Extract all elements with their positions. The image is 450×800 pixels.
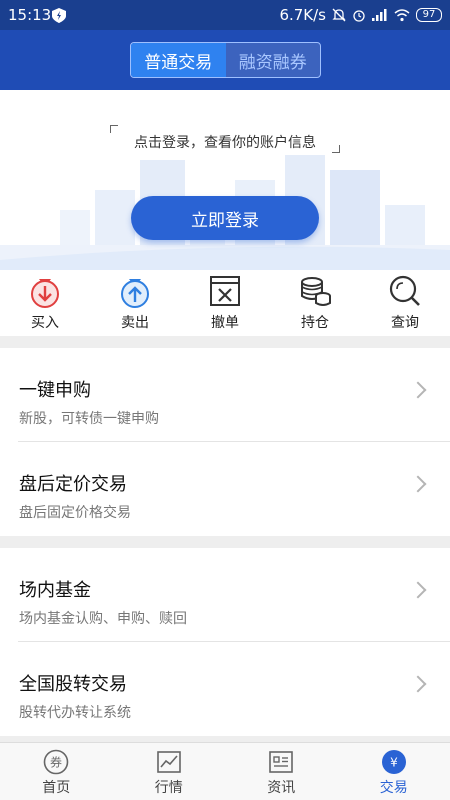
list-item-after-hours[interactable]: 盘后定价交易 盘后固定价格交易: [18, 442, 450, 536]
wifi-icon: [394, 8, 410, 21]
chevron-right-icon: [409, 581, 427, 599]
tab-home-label: 首页: [42, 780, 71, 796]
quick-query-label: 查询: [391, 315, 419, 331]
buy-icon: [31, 279, 59, 308]
quick-holdings[interactable]: 持仓: [270, 270, 360, 336]
tab-news[interactable]: 资讯: [225, 743, 338, 800]
network-speed: 6.7K/s: [279, 6, 326, 24]
list-item-subtitle: 新股，可转债一键申购: [19, 411, 159, 427]
list-item-title: 场内基金: [19, 580, 91, 601]
svg-text:¥: ¥: [390, 756, 398, 770]
quick-cancel-order-label: 撤单: [211, 315, 239, 331]
login-prompt[interactable]: 点击登录，查看你的账户信息: [0, 132, 450, 152]
tab-normal-trade[interactable]: 普通交易: [131, 43, 226, 77]
trade-yen-icon: ¥: [381, 750, 406, 774]
list-item-neeq-trade[interactable]: 全国股转交易 股转代办转让系统: [18, 642, 450, 736]
list-item-subtitle: 股转代办转让系统: [19, 705, 131, 721]
section-funds: 场内基金 场内基金认购、申购、赎回 全国股转交易 股转代办转让系统: [0, 548, 450, 736]
login-panel: 点击登录，查看你的账户信息 立即登录: [0, 90, 450, 270]
alarm-icon: [353, 10, 365, 22]
list-item-one-click-ipo[interactable]: 一键申购 新股，可转债一键申购: [18, 348, 450, 442]
bottom-tab-bar: 券 首页 行情 资讯 ¥ 交易: [0, 742, 450, 800]
status-time: 15:13: [8, 6, 52, 24]
tab-trade-label: 交易: [379, 780, 408, 796]
chevron-right-icon: [409, 675, 427, 693]
home-coupon-icon: 券: [43, 749, 69, 775]
shield-icon: [52, 8, 66, 23]
tab-market[interactable]: 行情: [113, 743, 226, 800]
header-bar: 普通交易 融资融券: [0, 30, 450, 90]
list-item-subtitle: 盘后固定价格交易: [19, 505, 131, 521]
quick-cancel-order[interactable]: 撤单: [180, 270, 270, 336]
section-ipo: 一键申购 新股，可转债一键申购 盘后定价交易 盘后固定价格交易: [0, 348, 450, 536]
quick-buy[interactable]: 买入: [0, 270, 90, 336]
quick-query[interactable]: 查询: [360, 270, 450, 336]
status-right: 6.7K/s 97: [279, 6, 442, 24]
list-item-title: 全国股转交易: [19, 674, 127, 695]
list-item-subtitle: 场内基金认购、申购、赎回: [19, 611, 187, 627]
mute-icon: [332, 8, 346, 22]
tab-home[interactable]: 券 首页: [0, 743, 113, 800]
tab-news-label: 资讯: [267, 780, 296, 796]
tab-margin-trade[interactable]: 融资融券: [225, 43, 320, 77]
chevron-right-icon: [409, 475, 427, 493]
holdings-icon: [301, 277, 331, 306]
cancel-order-icon: [210, 276, 240, 306]
news-icon: [269, 751, 294, 773]
chevron-right-icon: [409, 381, 427, 399]
list-item-exchange-fund[interactable]: 场内基金 场内基金认购、申购、赎回: [18, 548, 450, 642]
trade-mode-switch: 普通交易 融资融券: [130, 42, 321, 78]
sell-icon: [121, 279, 149, 308]
svg-text:券: 券: [50, 755, 62, 770]
signal-icon: [372, 9, 387, 21]
list-item-title: 一键申购: [19, 380, 91, 401]
battery-indicator: 97: [416, 8, 442, 22]
search-icon: [389, 275, 420, 306]
status-bar: 15:13 6.7K/s 97: [0, 0, 450, 30]
prompt-bracket-right: [332, 145, 340, 153]
tab-trade[interactable]: ¥ 交易: [338, 743, 450, 800]
quick-sell-label: 卖出: [121, 315, 149, 331]
quick-actions: 买入 卖出 撤单 持仓 查询: [0, 270, 450, 336]
quick-buy-label: 买入: [31, 315, 59, 331]
list-item-title: 盘后定价交易: [19, 474, 127, 495]
login-button[interactable]: 立即登录: [131, 196, 319, 240]
quick-holdings-label: 持仓: [301, 315, 329, 331]
market-chart-icon: [156, 751, 181, 773]
quick-sell[interactable]: 卖出: [90, 270, 180, 336]
tab-market-label: 行情: [154, 780, 183, 796]
